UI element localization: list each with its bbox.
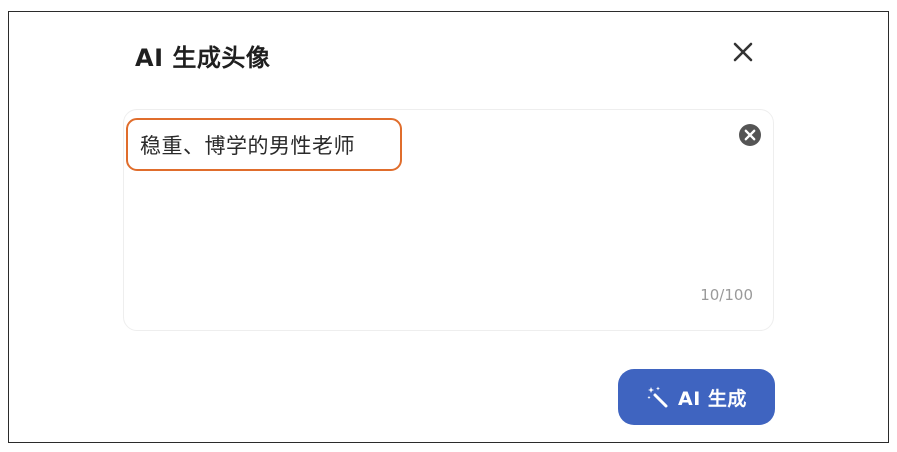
ai-generate-button[interactable]: AI 生成 <box>618 369 775 425</box>
clear-circle-x-icon <box>739 124 761 146</box>
magic-wand-icon <box>647 386 668 408</box>
prompt-text[interactable]: 稳重、博学的男性老师 <box>140 130 355 160</box>
prompt-textarea[interactable]: 稳重、博学的男性老师 10/100 <box>123 109 774 331</box>
close-icon <box>733 42 753 62</box>
character-counter: 10/100 <box>700 286 753 304</box>
ai-generate-label: AI 生成 <box>678 387 747 410</box>
clear-button[interactable] <box>738 123 762 147</box>
dialog-title: AI 生成头像 <box>135 44 271 72</box>
ai-avatar-dialog: AI 生成头像 稳重、博学的男性老师 10/100 AI 生成 <box>8 11 889 443</box>
close-button[interactable] <box>729 38 757 66</box>
